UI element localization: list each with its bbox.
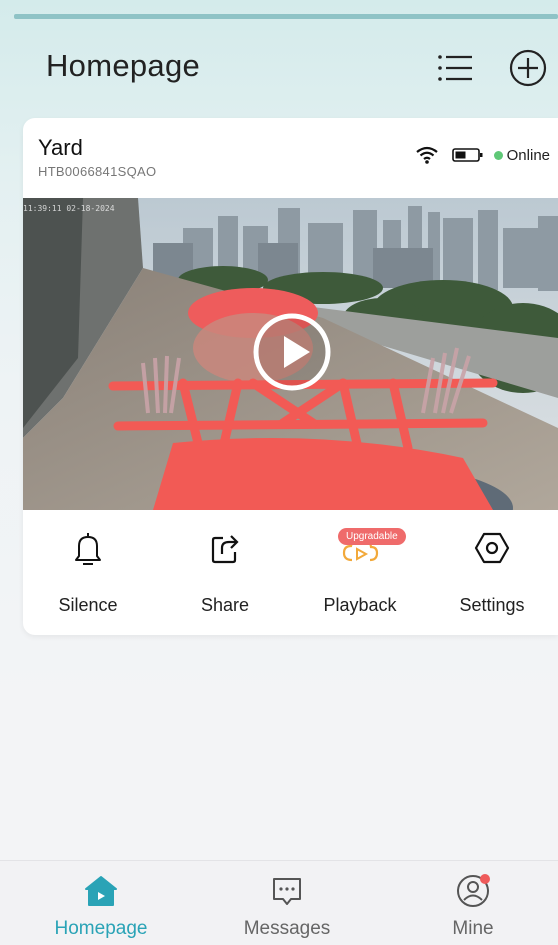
share-button[interactable]: Share [170, 510, 280, 635]
tab-messages-label: Messages [243, 918, 331, 939]
playback-label: Playback [323, 595, 397, 615]
battery-icon [451, 148, 483, 162]
settings-hexagon-icon [474, 532, 510, 564]
settings-label: Settings [459, 595, 525, 615]
online-status-text: Online [506, 146, 550, 164]
video-timestamp: 11:39:11 02-18-2024 [23, 204, 115, 213]
tab-homepage[interactable]: Homepage [26, 861, 176, 945]
message-icon [273, 878, 301, 905]
device-id: HTB0066841SQAO [38, 164, 157, 179]
device-name: Yard [38, 135, 83, 160]
play-icon[interactable] [252, 312, 332, 392]
tab-mine[interactable]: Mine [398, 861, 548, 945]
list-icon[interactable] [435, 48, 475, 88]
bottom-tab-bar: Homepage Messages Mine [0, 860, 558, 945]
tab-homepage-label: Homepage [54, 918, 148, 939]
tab-messages[interactable]: Messages [212, 861, 362, 945]
settings-button[interactable]: Settings [437, 510, 547, 635]
video-preview[interactable]: 11:39:11 02-18-2024 [23, 198, 558, 510]
app-header: Homepage [0, 40, 558, 100]
silence-button[interactable]: Silence [33, 510, 143, 635]
status-bar-line [14, 14, 558, 19]
device-card[interactable]: Yard HTB0066841SQAO Online 11:39:11 02-1… [23, 118, 558, 635]
wifi-icon [415, 146, 438, 164]
device-actions: Silence Share Playback Upgradable Settin… [23, 510, 558, 635]
add-circle-icon[interactable] [508, 48, 548, 88]
home-icon [85, 876, 117, 906]
user-icon [457, 874, 490, 907]
upgradable-badge: Upgradable [338, 528, 406, 545]
page-title: Homepage [46, 48, 201, 83]
share-icon [211, 535, 239, 564]
share-label: Share [200, 595, 250, 615]
silence-label: Silence [58, 595, 118, 615]
bell-icon [75, 533, 101, 565]
device-status: Online [415, 145, 550, 165]
online-indicator [493, 150, 503, 160]
tab-mine-label: Mine [452, 918, 494, 939]
